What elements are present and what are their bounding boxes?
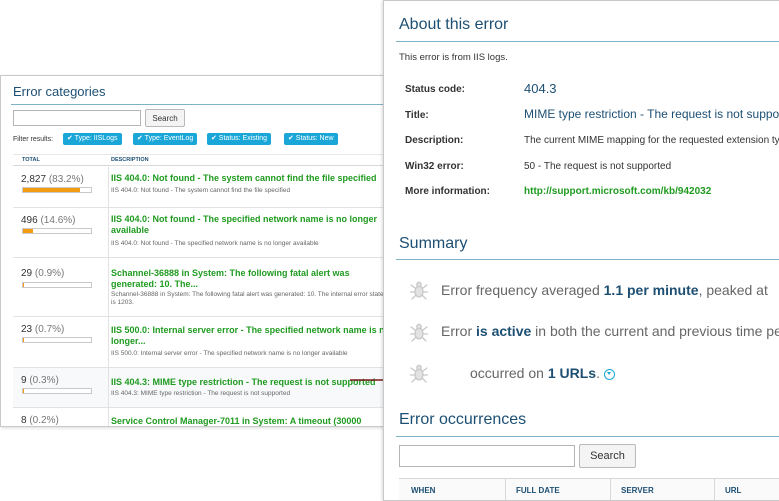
row-subtitle: IIS 404.3: MIME type restriction - The r… xyxy=(111,390,291,397)
more-information-link[interactable]: http://support.microsoft.com/kb/942032 xyxy=(524,186,711,197)
status-code-value: 404.3 xyxy=(524,81,557,96)
summary-frequency: Error frequency averaged 1.1 per minute,… xyxy=(441,282,768,298)
row-share-bar xyxy=(22,388,92,394)
column-divider xyxy=(108,167,109,207)
row-count: 23 (0.7%) xyxy=(21,324,65,335)
activity-status: is active xyxy=(476,323,532,339)
row-count: 8 (0.2%) xyxy=(21,415,59,426)
column-divider xyxy=(505,479,506,500)
filter-chip-type-iislogs[interactable]: ✔ Type: IISLogs xyxy=(63,133,122,145)
table-row[interactable]: 29 (0.9%) Schannel-36888 in System: The … xyxy=(13,258,387,317)
win32-error-label: Win32 error: xyxy=(405,161,464,172)
row-count: 496 (14.6%) xyxy=(21,215,76,226)
error-categories-panel: Error categories Search Filter results: … xyxy=(0,75,388,427)
frequency-value: 1.1 per minute xyxy=(603,282,699,298)
column-header-full-date[interactable]: FULL DATE xyxy=(516,486,560,495)
column-header-description[interactable]: DESCRIPTION xyxy=(111,157,149,163)
column-divider xyxy=(714,479,715,500)
summary-heading: Summary xyxy=(399,235,468,252)
occurrences-search-button[interactable]: Search xyxy=(579,444,636,468)
table-row[interactable]: 2,827 (83.2%) IIS 404.0: Not found - The… xyxy=(13,167,387,208)
filter-chip-type-eventlog[interactable]: ✔ Type: EventLog xyxy=(133,133,198,145)
column-divider xyxy=(108,208,109,257)
expand-urls-icon[interactable] xyxy=(603,368,615,380)
bug-icon xyxy=(409,364,429,383)
row-share-bar xyxy=(22,282,92,288)
categories-search-input[interactable] xyxy=(13,110,141,126)
row-share-bar-fill xyxy=(23,283,24,287)
row-share-bar-fill xyxy=(23,389,24,393)
row-share-bar xyxy=(22,228,92,234)
about-error-heading: About this error xyxy=(399,16,509,33)
column-divider xyxy=(108,317,109,367)
row-title-link[interactable]: IIS 404.0: Not found - The system cannot… xyxy=(111,173,387,184)
error-detail-panel: About this error This error is from IIS … xyxy=(383,0,779,501)
error-occurrences-heading: Error occurrences xyxy=(399,411,527,428)
summary-activity: Error is active in both the current and … xyxy=(441,323,779,339)
table-row[interactable]: 496 (14.6%) IIS 404.0: Not found - The s… xyxy=(13,208,387,258)
occurrences-table-header: WHEN FULL DATE SERVER URL xyxy=(399,478,779,500)
status-code-label: Status code: xyxy=(405,84,466,95)
column-divider xyxy=(610,479,611,500)
error-source-text: This error is from IIS logs. xyxy=(399,52,508,63)
title-label: Title: xyxy=(405,110,429,121)
filter-results-label: Filter results: xyxy=(13,136,54,143)
categories-search-button[interactable]: Search xyxy=(145,109,185,127)
bug-icon xyxy=(409,323,429,342)
row-title-link[interactable]: Service Control Manager-7011 in System: … xyxy=(111,416,387,426)
row-title-link[interactable]: IIS 500.0: Internal server error - The s… xyxy=(111,325,387,347)
occurrences-search-input[interactable] xyxy=(399,445,575,467)
row-subtitle: IIS 500.0: Internal server error - The s… xyxy=(111,350,348,357)
row-subtitle: IIS 404.0: Not found - The specified net… xyxy=(111,240,319,247)
heading-divider xyxy=(396,436,779,437)
row-share-bar-fill xyxy=(23,188,80,192)
win32-error-value: 50 - The request is not supported xyxy=(524,161,672,172)
column-header-total[interactable]: TOTAL xyxy=(22,157,40,163)
summary-urls: occurred on 1 URLs. xyxy=(470,365,615,381)
row-count: 2,827 (83.2%) xyxy=(21,174,84,185)
row-count: 9 (0.3%) xyxy=(21,375,59,386)
bug-icon xyxy=(409,281,429,300)
table-row[interactable]: 8 (0.2%) Service Control Manager-7011 in… xyxy=(13,408,387,426)
column-header-url[interactable]: URL xyxy=(725,486,741,495)
table-row[interactable]: 9 (0.3%) IIS 404.3: MIME type restrictio… xyxy=(13,368,387,408)
filter-chip-status-existing[interactable]: ✔ Status: Existing xyxy=(207,133,272,145)
heading-divider xyxy=(396,41,779,42)
column-divider xyxy=(108,368,109,407)
more-information-label: More information: xyxy=(405,186,490,197)
row-title-link[interactable]: Schannel-36888 in System: The following … xyxy=(111,268,387,290)
title-divider xyxy=(11,104,387,105)
heading-divider xyxy=(396,259,779,260)
row-share-bar xyxy=(22,337,92,343)
row-share-bar-fill xyxy=(23,229,33,233)
url-count: 1 URLs xyxy=(547,365,597,381)
description-label: Description: xyxy=(405,135,464,146)
row-count: 29 (0.9%) xyxy=(21,268,65,279)
error-categories-title: Error categories xyxy=(13,84,106,99)
column-header-when[interactable]: WHEN xyxy=(411,486,435,495)
title-value: MIME type restriction - The request is n… xyxy=(524,107,779,121)
column-divider xyxy=(108,408,109,426)
row-title-link[interactable]: IIS 404.0: Not found - The specified net… xyxy=(111,214,387,236)
filter-chip-status-new[interactable]: ✔ Status: New xyxy=(284,133,338,145)
row-share-bar-fill xyxy=(23,338,24,342)
row-subtitle: IIS 404.0: Not found - The system cannot… xyxy=(111,187,291,194)
column-header-server[interactable]: SERVER xyxy=(621,486,654,495)
row-share-bar xyxy=(22,187,92,193)
row-subtitle: Schannel-36888 in System: The following … xyxy=(111,291,384,306)
categories-table-header: TOTAL DESCRIPTION xyxy=(13,154,387,166)
row-title-link[interactable]: IIS 404.3: MIME type restriction - The r… xyxy=(111,377,387,388)
column-divider xyxy=(108,258,109,316)
table-row[interactable]: 23 (0.7%) IIS 500.0: Internal server err… xyxy=(13,317,387,368)
description-value: The current MIME mapping for the request… xyxy=(524,135,779,146)
